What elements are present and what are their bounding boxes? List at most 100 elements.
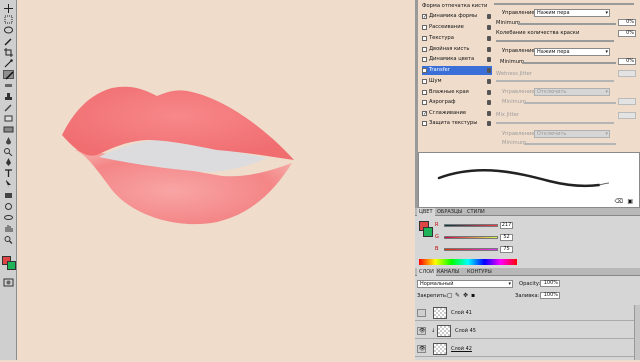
b-value[interactable]: 75 <box>500 246 513 253</box>
fill-value[interactable]: 100% <box>540 292 560 299</box>
hand-tool-icon[interactable] <box>3 224 14 233</box>
r-value[interactable]: 217 <box>500 222 513 229</box>
visibility-toggle[interactable] <box>417 309 426 317</box>
blur-tool-icon[interactable] <box>3 136 14 145</box>
lasso-tool-icon[interactable] <box>3 26 14 35</box>
tab-paths[interactable]: КОНТУРЫ <box>465 268 494 276</box>
control-dropdown[interactable]: Отключить ▾ <box>534 130 610 138</box>
slider-track[interactable] <box>494 3 634 5</box>
brush-list-item[interactable]: Двойная кисть <box>422 45 492 54</box>
trash-icon[interactable]: ▣ <box>627 198 633 205</box>
gradient-tool-icon[interactable] <box>3 125 14 134</box>
layer-row[interactable]: 👁 ↓ Слой 45 <box>415 323 640 339</box>
dodge-tool-icon[interactable] <box>3 147 14 156</box>
document-canvas[interactable] <box>17 0 415 360</box>
lock-image-icon[interactable]: ✎ <box>455 292 460 299</box>
mix-slider[interactable] <box>496 122 614 124</box>
layers-panel-tabs: СЛОИ КАНАЛЫ КОНТУРЫ <box>415 268 640 276</box>
healing-brush-tool-icon[interactable] <box>3 81 14 90</box>
clone-stamp-tool-icon[interactable] <box>3 92 14 101</box>
control-dropdown[interactable]: Отключить ▾ <box>534 88 610 96</box>
checkbox[interactable] <box>422 36 427 41</box>
checkbox-checked[interactable]: ✓ <box>422 14 427 20</box>
quick-mask-icon[interactable] <box>3 278 14 287</box>
lock-icon <box>487 111 491 116</box>
lock-all-icon[interactable]: ▪ <box>471 292 475 299</box>
eyedropper-tool-icon[interactable] <box>3 59 14 68</box>
background-color-swatch[interactable] <box>423 227 433 237</box>
checkbox[interactable] <box>422 47 427 52</box>
layers-scrollbar[interactable] <box>634 305 640 360</box>
path-selection-tool-icon[interactable] <box>3 180 14 189</box>
minimum-value[interactable] <box>618 98 636 105</box>
checkbox[interactable] <box>422 25 427 30</box>
jitter-slider[interactable] <box>496 40 614 42</box>
background-color-swatch[interactable] <box>7 261 16 270</box>
checkbox-checked[interactable]: ✓ <box>422 111 427 117</box>
visibility-toggle[interactable]: 👁 <box>417 327 426 335</box>
3d-orbit-tool-icon[interactable] <box>3 213 14 222</box>
tab-channels[interactable]: КАНАЛЫ <box>435 268 461 276</box>
wetness-value[interactable] <box>618 70 636 77</box>
brush-list-item[interactable]: Форма отпечатка кисти <box>422 2 492 11</box>
opacity-value[interactable]: 100% <box>540 280 560 287</box>
rectangle-tool-icon[interactable] <box>3 191 14 200</box>
mix-label: Mix Jitter <box>496 112 519 118</box>
layer-row[interactable]: Слой 41 <box>415 305 640 321</box>
lock-position-icon[interactable]: ✥ <box>463 292 468 299</box>
lock-transparency-icon[interactable]: ▢ <box>447 292 453 299</box>
marquee-tool-icon[interactable] <box>3 15 14 24</box>
checkbox[interactable] <box>422 121 427 126</box>
layer-row[interactable]: 👁 Слой 42 <box>415 341 640 357</box>
visibility-toggle[interactable]: 👁 <box>417 345 426 353</box>
brush-list-item[interactable]: Влажные края <box>422 88 492 97</box>
brush-list-item-transfer[interactable]: ✓ Transfer <box>422 66 492 75</box>
quick-selection-tool-icon[interactable] <box>3 37 14 46</box>
g-value[interactable]: 52 <box>500 234 513 241</box>
blend-mode-dropdown[interactable]: Нормальный ▾ <box>417 280 513 288</box>
checkbox[interactable] <box>422 79 427 84</box>
crop-tool-icon[interactable] <box>3 48 14 57</box>
jitter-value[interactable]: 0% <box>618 30 636 37</box>
checkbox[interactable] <box>422 100 427 105</box>
b-slider[interactable] <box>444 248 498 251</box>
brush-list-item[interactable]: Рассеивание <box>422 23 492 32</box>
brush-list-item[interactable]: ✓ Сглаживание <box>422 109 492 118</box>
tab-swatches[interactable]: ОБРАЗЦЫ <box>435 208 464 216</box>
color-panel: ЦВЕТ ОБРАЗЦЫ СТИЛИ R 217 G 52 B 75 <box>415 208 640 268</box>
color-spectrum[interactable] <box>419 259 517 265</box>
minimum-slider[interactable] <box>524 143 616 145</box>
wetness-slider[interactable] <box>496 80 614 82</box>
minimum-slider[interactable] <box>522 62 616 64</box>
brush-list-item[interactable]: Динамика цвета <box>422 55 492 64</box>
new-brush-icon[interactable]: ⌫ <box>615 198 623 205</box>
minimum-slider[interactable] <box>524 102 616 104</box>
control-dropdown[interactable]: Нажим пера ▾ <box>534 9 610 17</box>
control-dropdown[interactable]: Нажим пера ▾ <box>534 48 610 56</box>
checkbox[interactable] <box>422 57 427 62</box>
tab-layers[interactable]: СЛОИ <box>417 268 436 276</box>
tab-styles[interactable]: СТИЛИ <box>465 208 487 216</box>
minimum-value[interactable]: 0% <box>618 19 636 26</box>
minimum-value[interactable]: 0% <box>618 58 636 65</box>
history-brush-tool-icon[interactable] <box>3 103 14 112</box>
3d-rotate-tool-icon[interactable] <box>3 202 14 211</box>
zoom-tool-icon[interactable] <box>3 235 14 244</box>
checkbox[interactable] <box>422 90 427 95</box>
eraser-tool-icon[interactable] <box>3 114 14 123</box>
tab-color[interactable]: ЦВЕТ <box>417 208 435 216</box>
pen-tool-icon[interactable] <box>3 158 14 167</box>
brush-list-item[interactable]: Текстура <box>422 34 492 43</box>
brush-list-item[interactable]: Шум <box>422 77 492 86</box>
minimum-slider[interactable] <box>518 23 616 25</box>
brush-list-item[interactable]: Аэрограф <box>422 98 492 107</box>
move-tool-icon[interactable] <box>3 4 14 13</box>
checkbox-checked[interactable]: ✓ <box>422 68 427 74</box>
r-slider[interactable] <box>444 224 498 227</box>
brush-tool-icon[interactable] <box>3 70 14 80</box>
g-slider[interactable] <box>444 236 498 239</box>
brush-list-item[interactable]: ✓ Динамика формы <box>422 12 492 21</box>
type-tool-icon[interactable] <box>3 169 14 178</box>
mix-value[interactable] <box>618 112 636 119</box>
brush-list-item[interactable]: Защита текстуры <box>422 119 492 128</box>
